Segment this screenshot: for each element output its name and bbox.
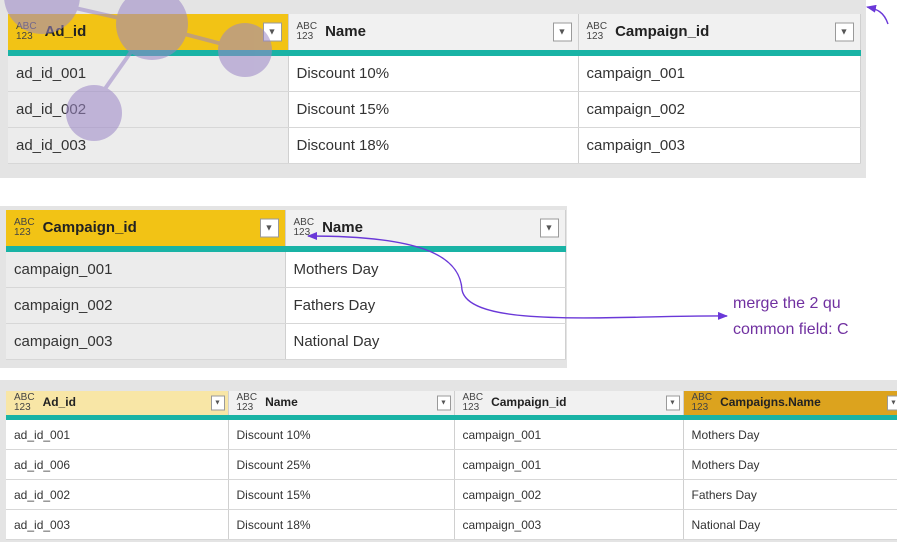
table-cell: ad_id_002 (8, 91, 289, 128)
table-cell: ad_id_003 (6, 509, 229, 540)
table-cell: campaign_003 (454, 509, 684, 540)
table-row: campaign_003 National Day (6, 323, 566, 360)
table-cell: ad_id_003 (8, 127, 289, 164)
table-cell: ad_id_001 (8, 53, 289, 92)
ads-table: ABC 123 Ad_id ▼ ABC 123 Name ▼ ABC 123 Campaig… (8, 14, 861, 164)
table-row: ad_id_001 Discount 10% campaign_001 Moth… (6, 417, 897, 450)
column-header-campaign-id[interactable]: ABC 123 Campaign_id ▼ (6, 210, 286, 252)
campaigns-table: ABC 123 Campaign_id ▼ ABC 123 Name ▼ campaig… (6, 210, 566, 360)
table-cell: National Day (285, 323, 566, 360)
table-cell: campaign_001 (6, 249, 286, 288)
table-cell: Discount 18% (228, 509, 455, 540)
table-row: ad_id_001 Discount 10% campaign_001 (8, 53, 861, 92)
text-type-icon: ABC 123 (293, 217, 315, 238)
column-header-campaigns-name[interactable]: ABC 123 Campaigns.Name ▼ (683, 391, 897, 420)
text-type-icon: ABC 123 (462, 392, 484, 413)
table-cell: Discount 25% (228, 449, 455, 480)
text-type-icon: ABC 123 (14, 217, 35, 238)
table-cell: Discount 15% (228, 479, 455, 510)
column-header-name[interactable]: ABC 123 Name ▼ (285, 210, 566, 252)
text-type-icon: ABC 123 (16, 21, 37, 42)
table-cell: campaign_002 (454, 479, 684, 510)
table-row: campaign_002 Fathers Day (6, 287, 566, 324)
table-cell: campaign_001 (578, 53, 861, 92)
filter-dropdown-icon[interactable]: ▼ (210, 395, 225, 411)
table-row: ad_id_002 Discount 15% campaign_002 (8, 91, 861, 128)
table-cell: Fathers Day (285, 287, 566, 324)
column-header-ad-id[interactable]: ABC 123 Ad_id ▼ (8, 14, 289, 56)
text-type-icon: ABC 123 (586, 21, 608, 42)
table-cell: Discount 10% (288, 53, 579, 92)
table-cell: campaign_002 (578, 91, 861, 128)
table-row: ad_id_006 Discount 25% campaign_001 Moth… (6, 449, 897, 480)
column-header-campaign-id[interactable]: ABC 123 Campaign_id ▼ (454, 391, 684, 420)
merge-annotation-line-1: merge the 2 qu (733, 295, 841, 312)
column-header-campaign-id[interactable]: ABC 123 Campaign_id ▼ (578, 14, 861, 56)
table-row: ad_id_003 Discount 18% campaign_003 (8, 127, 861, 164)
table-cell: Discount 18% (288, 127, 579, 164)
table-cell: campaign_003 (578, 127, 861, 164)
text-type-icon: ABC 123 (14, 392, 35, 413)
table-cell: Mothers Day (683, 449, 897, 480)
table-row: campaign_001 Mothers Day (6, 249, 566, 288)
table-cell: campaign_002 (6, 287, 286, 324)
text-type-icon: ABC 123 (691, 392, 713, 413)
table-row: ad_id_002 Discount 15% campaign_002 Fath… (6, 479, 897, 510)
table-cell: Discount 10% (228, 417, 455, 450)
column-header-name[interactable]: ABC 123 Name ▼ (288, 14, 579, 56)
table-cell: campaign_001 (454, 417, 684, 450)
filter-dropdown-icon[interactable]: ▼ (259, 218, 279, 238)
text-type-icon: ABC 123 (236, 392, 258, 413)
filter-dropdown-icon[interactable]: ▼ (886, 395, 897, 411)
text-type-icon: ABC 123 (296, 21, 318, 42)
table-cell: Discount 15% (288, 91, 579, 128)
table-cell: ad_id_006 (6, 449, 229, 480)
table-cell: National Day (683, 509, 897, 540)
table-cell: ad_id_002 (6, 479, 229, 510)
table-row: ad_id_003 Discount 18% campaign_003 Nati… (6, 509, 897, 540)
merged-table: ABC 123 Ad_id ▼ ABC 123 Name ▼ ABC 123 Campaig… (6, 391, 897, 540)
filter-dropdown-icon[interactable]: ▼ (539, 218, 559, 238)
table-cell: Mothers Day (285, 249, 566, 288)
table-cell: campaign_003 (6, 323, 286, 360)
filter-dropdown-icon[interactable]: ▼ (665, 395, 680, 411)
top-pointer-arrow (866, 4, 889, 25)
merge-annotation-line-2: common field: C (733, 321, 849, 338)
table-cell: ad_id_001 (6, 417, 229, 450)
column-header-name[interactable]: ABC 123 Name ▼ (228, 391, 455, 420)
table-cell: Mothers Day (683, 417, 897, 450)
column-header-ad-id[interactable]: ABC 123 Ad_id ▼ (6, 391, 229, 420)
filter-dropdown-icon[interactable]: ▼ (436, 395, 451, 411)
table-cell: campaign_001 (454, 449, 684, 480)
filter-dropdown-icon[interactable]: ▼ (552, 22, 572, 42)
table-cell: Fathers Day (683, 479, 897, 510)
filter-dropdown-icon[interactable]: ▼ (262, 22, 282, 42)
filter-dropdown-icon[interactable]: ▼ (834, 22, 854, 42)
